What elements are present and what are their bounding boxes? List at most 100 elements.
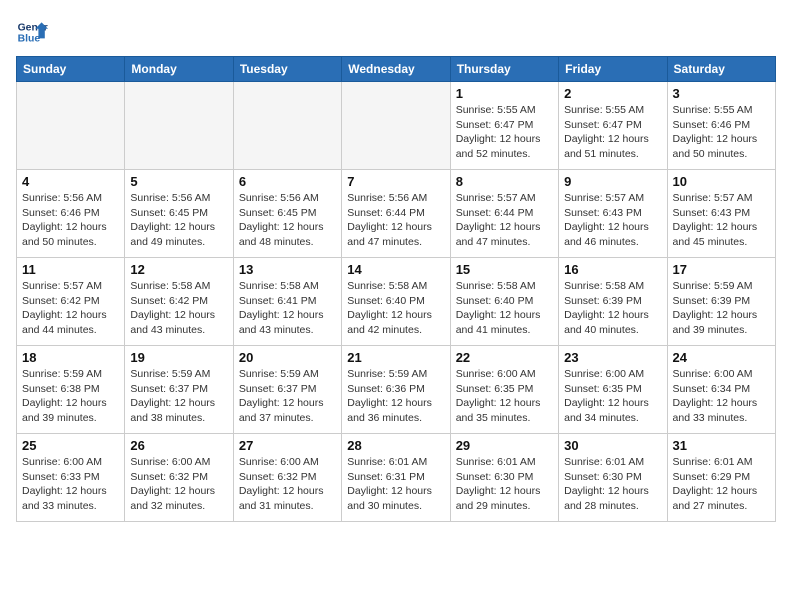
calendar-cell: 21 Sunrise: 5:59 AM Sunset: 6:36 PM Dayli… xyxy=(342,346,450,434)
logo-icon: General Blue xyxy=(16,16,48,48)
day-number: 16 xyxy=(564,262,661,277)
calendar-cell: 12 Sunrise: 5:58 AM Sunset: 6:42 PM Dayli… xyxy=(125,258,233,346)
day-number: 22 xyxy=(456,350,553,365)
day-info: Sunrise: 5:55 AM Sunset: 6:47 PM Dayligh… xyxy=(564,103,661,162)
day-number: 21 xyxy=(347,350,444,365)
calendar-cell: 25 Sunrise: 6:00 AM Sunset: 6:33 PM Dayli… xyxy=(17,434,125,522)
day-number: 18 xyxy=(22,350,119,365)
calendar-header-sunday: Sunday xyxy=(17,57,125,82)
calendar-cell: 31Sunrise: 6:01 AM Sunset: 6:29 PM Dayli… xyxy=(667,434,775,522)
day-number: 12 xyxy=(130,262,227,277)
calendar-cell: 4 Sunrise: 5:56 AM Sunset: 6:46 PM Daylig… xyxy=(17,170,125,258)
day-info: Sunrise: 5:59 AM Sunset: 6:37 PM Dayligh… xyxy=(239,367,336,426)
day-number: 19 xyxy=(130,350,227,365)
day-info: Sunrise: 5:58 AM Sunset: 6:40 PM Dayligh… xyxy=(456,279,553,338)
day-number: 11 xyxy=(22,262,119,277)
day-number: 6 xyxy=(239,174,336,189)
calendar-cell: 18 Sunrise: 5:59 AM Sunset: 6:38 PM Dayli… xyxy=(17,346,125,434)
day-info: Sunrise: 6:01 AM Sunset: 6:30 PM Dayligh… xyxy=(456,455,553,514)
calendar-cell: 26 Sunrise: 6:00 AM Sunset: 6:32 PM Dayli… xyxy=(125,434,233,522)
day-number: 17 xyxy=(673,262,770,277)
calendar-cell: 5Sunrise: 5:56 AM Sunset: 6:45 PM Daylig… xyxy=(125,170,233,258)
day-number: 29 xyxy=(456,438,553,453)
calendar-cell: 6 Sunrise: 5:56 AM Sunset: 6:45 PM Daylig… xyxy=(233,170,341,258)
day-info: Sunrise: 5:55 AM Sunset: 6:47 PM Dayligh… xyxy=(456,103,553,162)
day-number: 3 xyxy=(673,86,770,101)
week-row-3: 11 Sunrise: 5:57 AM Sunset: 6:42 PM Dayli… xyxy=(17,258,776,346)
calendar-cell: 9Sunrise: 5:57 AM Sunset: 6:43 PM Daylig… xyxy=(559,170,667,258)
day-info: Sunrise: 5:57 AM Sunset: 6:44 PM Dayligh… xyxy=(456,191,553,250)
day-info: Sunrise: 6:00 AM Sunset: 6:32 PM Dayligh… xyxy=(130,455,227,514)
calendar-cell: 20 Sunrise: 5:59 AM Sunset: 6:37 PM Dayli… xyxy=(233,346,341,434)
page-header: General Blue xyxy=(16,16,776,48)
day-info: Sunrise: 6:00 AM Sunset: 6:33 PM Dayligh… xyxy=(22,455,119,514)
day-info: Sunrise: 6:00 AM Sunset: 6:32 PM Dayligh… xyxy=(239,455,336,514)
calendar-header-friday: Friday xyxy=(559,57,667,82)
day-info: Sunrise: 5:59 AM Sunset: 6:38 PM Dayligh… xyxy=(22,367,119,426)
calendar-cell xyxy=(233,82,341,170)
week-row-1: 1 Sunrise: 5:55 AM Sunset: 6:47 PM Daylig… xyxy=(17,82,776,170)
calendar-header-thursday: Thursday xyxy=(450,57,558,82)
day-info: Sunrise: 5:58 AM Sunset: 6:40 PM Dayligh… xyxy=(347,279,444,338)
day-number: 8 xyxy=(456,174,553,189)
day-info: Sunrise: 5:58 AM Sunset: 6:41 PM Dayligh… xyxy=(239,279,336,338)
day-number: 4 xyxy=(22,174,119,189)
calendar-cell: 2 Sunrise: 5:55 AM Sunset: 6:47 PM Daylig… xyxy=(559,82,667,170)
day-info: Sunrise: 5:56 AM Sunset: 6:44 PM Dayligh… xyxy=(347,191,444,250)
day-info: Sunrise: 5:58 AM Sunset: 6:42 PM Dayligh… xyxy=(130,279,227,338)
day-info: Sunrise: 5:56 AM Sunset: 6:46 PM Dayligh… xyxy=(22,191,119,250)
day-number: 9 xyxy=(564,174,661,189)
day-number: 23 xyxy=(564,350,661,365)
day-number: 10 xyxy=(673,174,770,189)
day-info: Sunrise: 5:57 AM Sunset: 6:43 PM Dayligh… xyxy=(673,191,770,250)
calendar-cell: 15 Sunrise: 5:58 AM Sunset: 6:40 PM Dayli… xyxy=(450,258,558,346)
week-row-2: 4 Sunrise: 5:56 AM Sunset: 6:46 PM Daylig… xyxy=(17,170,776,258)
day-number: 13 xyxy=(239,262,336,277)
day-info: Sunrise: 5:57 AM Sunset: 6:42 PM Dayligh… xyxy=(22,279,119,338)
calendar-cell: 14 Sunrise: 5:58 AM Sunset: 6:40 PM Dayli… xyxy=(342,258,450,346)
calendar-cell: 16Sunrise: 5:58 AM Sunset: 6:39 PM Dayli… xyxy=(559,258,667,346)
day-info: Sunrise: 5:59 AM Sunset: 6:36 PM Dayligh… xyxy=(347,367,444,426)
day-number: 30 xyxy=(564,438,661,453)
day-number: 14 xyxy=(347,262,444,277)
calendar-cell xyxy=(342,82,450,170)
day-number: 25 xyxy=(22,438,119,453)
calendar-cell: 24Sunrise: 6:00 AM Sunset: 6:34 PM Dayli… xyxy=(667,346,775,434)
calendar-cell: 29 Sunrise: 6:01 AM Sunset: 6:30 PM Dayli… xyxy=(450,434,558,522)
day-number: 1 xyxy=(456,86,553,101)
calendar-cell: 13 Sunrise: 5:58 AM Sunset: 6:41 PM Dayli… xyxy=(233,258,341,346)
calendar-header-wednesday: Wednesday xyxy=(342,57,450,82)
logo: General Blue xyxy=(16,16,48,48)
day-info: Sunrise: 5:59 AM Sunset: 6:37 PM Dayligh… xyxy=(130,367,227,426)
calendar-cell: 3 Sunrise: 5:55 AM Sunset: 6:46 PM Daylig… xyxy=(667,82,775,170)
calendar-header-row: SundayMondayTuesdayWednesdayThursdayFrid… xyxy=(17,57,776,82)
day-number: 24 xyxy=(673,350,770,365)
day-info: Sunrise: 5:55 AM Sunset: 6:46 PM Dayligh… xyxy=(673,103,770,162)
calendar-header-saturday: Saturday xyxy=(667,57,775,82)
day-info: Sunrise: 6:00 AM Sunset: 6:35 PM Dayligh… xyxy=(456,367,553,426)
day-info: Sunrise: 6:01 AM Sunset: 6:29 PM Dayligh… xyxy=(673,455,770,514)
calendar-cell: 8 Sunrise: 5:57 AM Sunset: 6:44 PM Daylig… xyxy=(450,170,558,258)
calendar-cell: 7 Sunrise: 5:56 AM Sunset: 6:44 PM Daylig… xyxy=(342,170,450,258)
day-number: 2 xyxy=(564,86,661,101)
day-number: 26 xyxy=(130,438,227,453)
day-info: Sunrise: 6:01 AM Sunset: 6:30 PM Dayligh… xyxy=(564,455,661,514)
day-number: 5 xyxy=(130,174,227,189)
day-info: Sunrise: 5:59 AM Sunset: 6:39 PM Dayligh… xyxy=(673,279,770,338)
calendar-cell: 30 Sunrise: 6:01 AM Sunset: 6:30 PM Dayli… xyxy=(559,434,667,522)
calendar-cell: 19 Sunrise: 5:59 AM Sunset: 6:37 PM Dayli… xyxy=(125,346,233,434)
calendar-cell: 28 Sunrise: 6:01 AM Sunset: 6:31 PM Dayli… xyxy=(342,434,450,522)
day-number: 20 xyxy=(239,350,336,365)
day-info: Sunrise: 5:56 AM Sunset: 6:45 PM Dayligh… xyxy=(239,191,336,250)
day-number: 7 xyxy=(347,174,444,189)
week-row-5: 25 Sunrise: 6:00 AM Sunset: 6:33 PM Dayli… xyxy=(17,434,776,522)
calendar-cell xyxy=(17,82,125,170)
calendar-cell: 27Sunrise: 6:00 AM Sunset: 6:32 PM Dayli… xyxy=(233,434,341,522)
calendar-cell: 23Sunrise: 6:00 AM Sunset: 6:35 PM Dayli… xyxy=(559,346,667,434)
calendar-cell: 11 Sunrise: 5:57 AM Sunset: 6:42 PM Dayli… xyxy=(17,258,125,346)
day-number: 15 xyxy=(456,262,553,277)
calendar-header-monday: Monday xyxy=(125,57,233,82)
day-info: Sunrise: 6:01 AM Sunset: 6:31 PM Dayligh… xyxy=(347,455,444,514)
calendar-cell: 22 Sunrise: 6:00 AM Sunset: 6:35 PM Dayli… xyxy=(450,346,558,434)
day-number: 28 xyxy=(347,438,444,453)
